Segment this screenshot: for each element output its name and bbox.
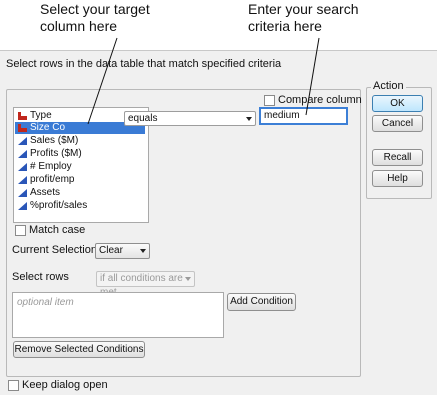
callout-search-line-1: Enter your search <box>248 1 359 17</box>
column-item-label: %profit/sales <box>30 200 88 211</box>
column-item-sales[interactable]: Sales ($M) <box>15 135 145 147</box>
callout-target-line-2: column here <box>40 18 118 34</box>
recall-label: Recall <box>383 152 412 163</box>
chevron-down-icon <box>246 117 252 121</box>
continuous-triangle-icon <box>18 189 27 197</box>
continuous-triangle-icon <box>18 163 27 171</box>
nominal-bar-icon <box>18 112 27 120</box>
chevron-down-icon <box>185 277 191 281</box>
column-item-assets[interactable]: Assets <box>15 187 145 199</box>
callout-target-line-1: Select your target <box>40 1 150 17</box>
help-button[interactable]: Help <box>372 170 423 187</box>
column-item-label: Size Co <box>30 122 66 133</box>
compare-column-label: Compare column <box>278 94 362 106</box>
keep-open-checkbox[interactable] <box>8 380 19 391</box>
remove-conditions-button[interactable]: Remove Selected Conditions <box>13 341 145 358</box>
column-item-label: profit/emp <box>30 174 75 185</box>
column-item-label: # Employ <box>30 161 72 172</box>
search-value-input[interactable]: medium <box>259 107 348 125</box>
column-item-employ[interactable]: # Employ <box>15 161 145 173</box>
operator-value: equals <box>128 113 158 124</box>
select-rows-dropdown[interactable]: if all conditions are met <box>96 271 195 298</box>
compare-column-checkbox[interactable] <box>264 95 275 106</box>
nominal-bar-icon <box>18 124 27 132</box>
help-label: Help <box>387 173 408 184</box>
select-where-dialog: Select rows in the data table that match… <box>0 50 437 395</box>
current-selection-value: Clear <box>99 245 123 256</box>
column-item-label: Assets <box>30 187 61 198</box>
callout-target-column: Select your target column here <box>40 1 150 35</box>
current-selection-label: Current Selection <box>12 244 97 256</box>
column-item-profit-emp[interactable]: profit/emp <box>15 174 145 186</box>
add-condition-label: Add Condition <box>230 296 293 307</box>
operator-dropdown[interactable]: equals <box>124 111 256 126</box>
remove-conditions-label: Remove Selected Conditions <box>14 344 144 355</box>
current-selection-dropdown[interactable]: Clear <box>95 243 150 259</box>
continuous-triangle-icon <box>18 150 27 158</box>
add-condition-button[interactable]: Add Condition <box>227 293 296 311</box>
continuous-triangle-icon <box>18 202 27 210</box>
search-value-text: medium <box>264 110 300 121</box>
continuous-triangle-icon <box>18 176 27 184</box>
callout-search-criteria: Enter your search criteria here <box>248 1 359 35</box>
column-item-label: Profits ($M) <box>30 148 82 159</box>
recall-button[interactable]: Recall <box>372 149 423 166</box>
column-item-label: Sales ($M) <box>30 135 79 146</box>
keep-open-label: Keep dialog open <box>22 379 108 391</box>
column-item-profits[interactable]: Profits ($M) <box>15 148 145 160</box>
match-case-checkbox[interactable] <box>15 225 26 236</box>
cancel-button[interactable]: Cancel <box>372 115 423 132</box>
conditions-list[interactable]: optional item <box>12 292 224 338</box>
select-rows-label: Select rows <box>12 271 69 283</box>
column-item-profit-sales[interactable]: %profit/sales <box>15 200 145 212</box>
ok-button[interactable]: OK <box>372 95 423 112</box>
instruction-text: Select rows in the data table that match… <box>6 58 282 70</box>
conditions-placeholder: optional item <box>17 297 74 308</box>
cancel-label: Cancel <box>381 118 414 129</box>
continuous-triangle-icon <box>18 137 27 145</box>
chevron-down-icon <box>140 249 146 253</box>
column-item-label: Type <box>30 110 52 121</box>
ok-label: OK <box>390 98 405 109</box>
callout-search-line-2: criteria here <box>248 18 322 34</box>
match-case-label: Match case <box>29 224 86 236</box>
action-group-title: Action <box>371 80 406 92</box>
